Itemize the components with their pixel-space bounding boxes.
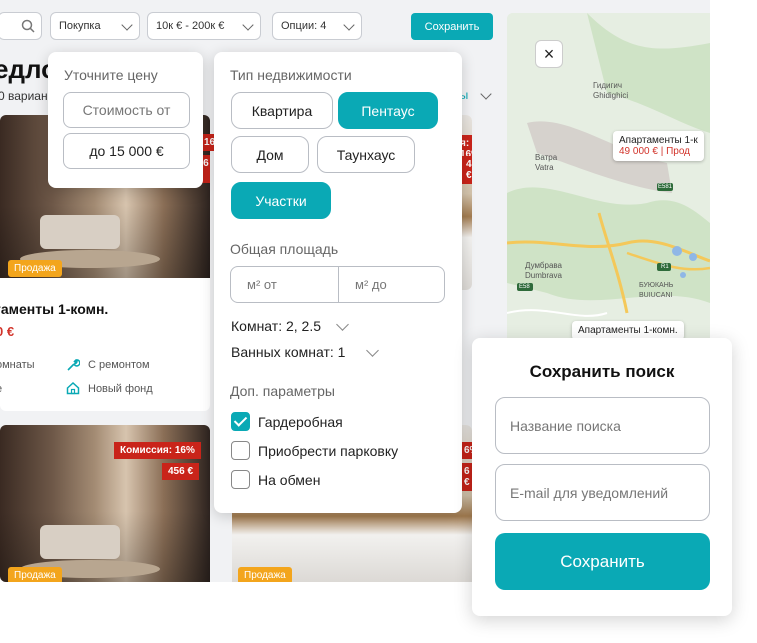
- deal-type-value: Покупка: [59, 20, 101, 32]
- filter-bar: Покупка 10к € - 200к € Опции: 4 Сохранит…: [0, 0, 500, 50]
- search-icon: [21, 19, 35, 33]
- checkbox-exchange[interactable]: [231, 470, 250, 489]
- save-search-title: Сохранить поиск: [529, 362, 675, 381]
- map-road-r1: R1: [661, 264, 669, 270]
- map-pin[interactable]: Апартаменты 1-к 49 000 € | Прод: [613, 131, 704, 161]
- map-place-ghidighici: Гидигич Ghidighici: [593, 81, 629, 100]
- house-icon: [66, 381, 80, 395]
- price-range-select[interactable]: 10к € - 200к €: [147, 12, 261, 40]
- screen: Покупка 10к € - 200к € Опции: 4 Сохранит…: [0, 0, 757, 643]
- listing-price: 0 €: [0, 324, 15, 339]
- baths-select[interactable]: Ванных комнат: 1: [231, 344, 345, 360]
- save-search-dialog: Сохранить поиск Название поиска E-mail д…: [472, 338, 732, 616]
- listing-title: таменты 1-комн.: [0, 301, 109, 317]
- results-count: 0 вариан: [0, 89, 48, 103]
- price-range-value: 10к € - 200к €: [156, 20, 225, 32]
- chip-townhouse[interactable]: Таунхаус: [317, 136, 415, 173]
- map-pin-price: 49 000 €: [619, 146, 658, 157]
- map-place-buiucani: БУЮКАНЬ BUIUCANI: [639, 282, 674, 299]
- deal-type-select[interactable]: Покупка: [50, 12, 140, 40]
- map-road-e58: E58: [519, 284, 530, 290]
- map-road-e581: E581: [658, 184, 673, 190]
- listing-photo: Комиссия: 16% 456 € Продажа: [0, 425, 210, 582]
- chevron-down-icon: [242, 19, 254, 31]
- rooms-select[interactable]: Комнат: 2, 2.5: [231, 318, 321, 334]
- area-range-input: м² от м² до: [230, 266, 445, 303]
- commission-badge: Комиссия: 16%: [114, 442, 201, 459]
- map-pin-status: | Прод: [660, 146, 691, 157]
- extra-params-label: Доп. параметры: [230, 383, 335, 399]
- property-type-label: Тип недвижимости: [230, 67, 352, 83]
- sale-badge: Продажа: [238, 567, 292, 582]
- options-select[interactable]: Опции: 4: [272, 12, 362, 40]
- price-filter-label: Уточните цену: [64, 67, 158, 83]
- search-name-input[interactable]: Название поиска: [495, 397, 710, 454]
- checkbox-wardrobe[interactable]: [231, 412, 250, 431]
- chip-house[interactable]: Дом: [231, 136, 309, 173]
- feature-new-build: Новый фонд: [88, 383, 153, 395]
- close-icon: ×: [543, 43, 555, 64]
- checkbox-exchange-label: На обмен: [258, 472, 321, 488]
- area-from-input[interactable]: м² от: [231, 267, 339, 302]
- map-pin-title: Апартаменты 1-к: [619, 135, 698, 146]
- sale-badge: Продажа: [8, 260, 62, 277]
- options-filter-popup: Тип недвижимости Квартира Пентаус Дом Та…: [214, 52, 462, 513]
- search-box[interactable]: [0, 12, 42, 40]
- options-value: Опции: 4: [281, 20, 327, 32]
- price-tag: 456 €: [162, 463, 200, 480]
- feature-misc: е: [0, 383, 2, 395]
- chevron-down-icon: [336, 318, 349, 331]
- price-filter-popup: Уточните цену Стоимость от до 15 000 €: [48, 52, 203, 188]
- price-to-input[interactable]: до 15 000 €: [63, 133, 190, 169]
- map-place-dumbrava: Думбрава Dumbrava: [525, 261, 563, 280]
- feature-renovation: С ремонтом: [88, 359, 150, 371]
- chevron-down-icon: [366, 344, 379, 357]
- sale-badge: Продажа: [8, 567, 62, 582]
- wrench-icon: [67, 359, 80, 371]
- chevron-down-icon: [121, 19, 133, 31]
- chip-plots[interactable]: Участки: [231, 182, 331, 219]
- checkbox-wardrobe-label: Гардеробная: [258, 414, 343, 430]
- map-place-vatra: Ватра Vatra: [535, 153, 558, 172]
- checkbox-parking-label: Приобрести парковку: [258, 443, 399, 459]
- save-button[interactable]: Сохранить: [495, 533, 710, 590]
- save-search-button[interactable]: Сохранить: [411, 13, 493, 40]
- checkbox-parking[interactable]: [231, 441, 250, 460]
- listing-card[interactable]: Комиссия: 16% 456 € Продажа: [0, 425, 210, 582]
- map-pin-title: Апартаменты 1-комн.: [578, 325, 678, 336]
- area-label: Общая площадь: [230, 241, 339, 257]
- feature-rooms: омнаты: [0, 359, 35, 371]
- price-from-input[interactable]: Стоимость от: [63, 92, 190, 128]
- area-to-input[interactable]: м² до: [339, 267, 444, 302]
- chevron-down-icon: [480, 88, 492, 100]
- chip-penthouse[interactable]: Пентаус: [338, 92, 438, 129]
- close-map-button[interactable]: ×: [535, 40, 563, 68]
- chip-apartment[interactable]: Квартира: [231, 92, 333, 129]
- email-input[interactable]: E-mail для уведомлений: [495, 464, 710, 521]
- chevron-down-icon: [343, 19, 355, 31]
